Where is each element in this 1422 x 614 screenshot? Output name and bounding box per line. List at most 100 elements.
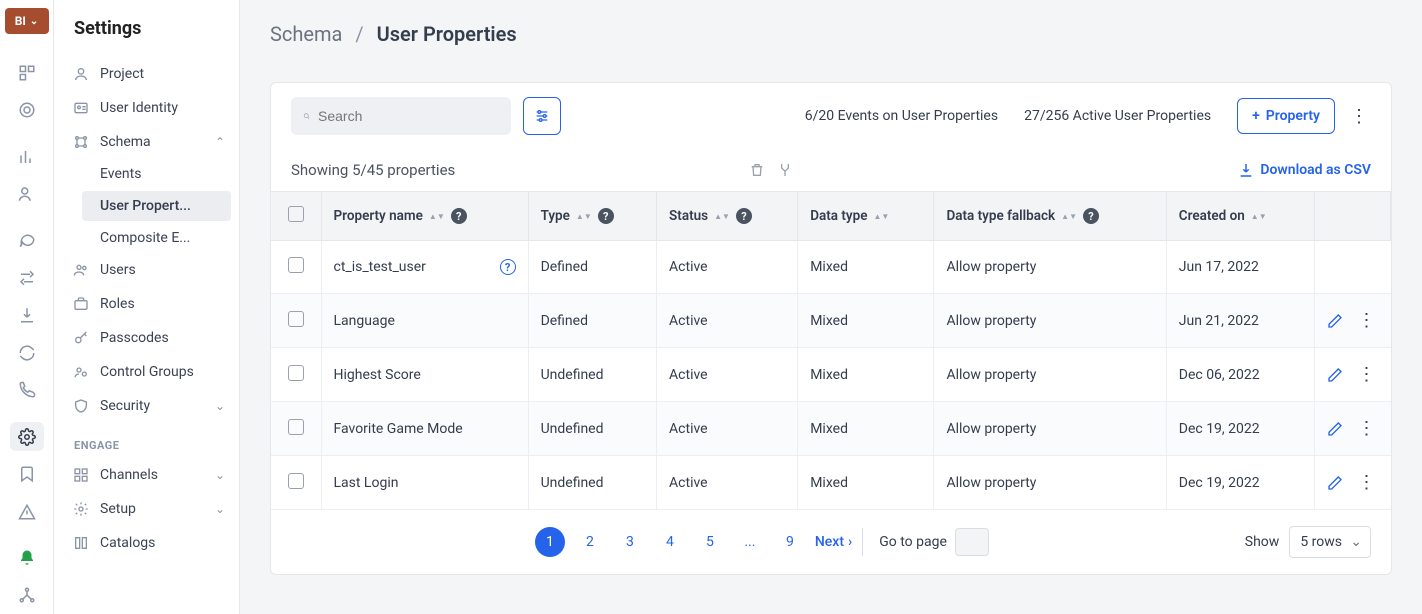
edit-button[interactable] bbox=[1327, 313, 1343, 329]
cell-property-name: Favorite Game Mode bbox=[334, 421, 463, 437]
row-more-button[interactable]: ⋮ bbox=[1355, 472, 1379, 493]
nav-analytics-icon[interactable] bbox=[10, 142, 44, 172]
users-icon bbox=[72, 261, 90, 279]
col-data-type[interactable]: Data type▲▼ bbox=[798, 192, 934, 241]
cell-created: Dec 19, 2022 bbox=[1166, 456, 1314, 510]
sidebar-item-security[interactable]: Security ⌄ bbox=[54, 389, 239, 423]
col-data-type-fallback[interactable]: Data type fallback▲▼? bbox=[934, 192, 1166, 241]
cell-status: Active bbox=[657, 294, 798, 348]
delete-button[interactable] bbox=[749, 162, 765, 178]
nav-refresh-icon[interactable] bbox=[10, 338, 44, 368]
cell-fallback: Allow property bbox=[934, 402, 1166, 456]
sidebar-item-label: Control Groups bbox=[100, 364, 194, 380]
edit-button[interactable] bbox=[1327, 367, 1343, 383]
search-box[interactable] bbox=[291, 97, 511, 135]
nav-target-icon[interactable] bbox=[10, 96, 44, 126]
info-icon[interactable]: ? bbox=[500, 259, 516, 275]
breadcrumb-parent[interactable]: Schema bbox=[270, 22, 342, 46]
row-checkbox[interactable] bbox=[288, 257, 304, 273]
goto-input[interactable] bbox=[955, 528, 989, 556]
pagination: 12345...9Next›Go to page Show 5 rows bbox=[271, 510, 1391, 574]
page-button[interactable]: 2 bbox=[575, 527, 605, 557]
page-button[interactable]: 4 bbox=[655, 527, 685, 557]
nav-org-icon[interactable] bbox=[10, 581, 44, 611]
sidebar-item-users[interactable]: Users bbox=[54, 253, 239, 287]
cell-created: Jun 17, 2022 bbox=[1166, 241, 1314, 294]
sidebar-item-label: User Identity bbox=[100, 100, 178, 116]
nav-bookmark-icon[interactable] bbox=[10, 459, 44, 489]
sidebar-item-channels[interactable]: Channels ⌄ bbox=[54, 458, 239, 492]
sort-icon: ▲▼ bbox=[714, 214, 730, 219]
merge-button[interactable] bbox=[777, 162, 793, 178]
breadcrumb-current: User Properties bbox=[377, 22, 517, 46]
nav-chat-icon[interactable] bbox=[10, 225, 44, 255]
sidebar-item-control-groups[interactable]: Control Groups bbox=[54, 355, 239, 389]
edit-button[interactable] bbox=[1327, 421, 1343, 437]
next-page-button[interactable]: Next› bbox=[815, 534, 852, 550]
sidebar-sub-user-properties[interactable]: User Propert... bbox=[82, 191, 231, 221]
show-label: Show bbox=[1245, 534, 1280, 550]
nav-settings-icon[interactable] bbox=[10, 422, 44, 452]
sidebar-sub-composite-events[interactable]: Composite E... bbox=[54, 223, 239, 253]
page-button[interactable]: 3 bbox=[615, 527, 645, 557]
add-property-button[interactable]: + Property bbox=[1237, 98, 1335, 134]
sidebar-item-roles[interactable]: Roles bbox=[54, 287, 239, 321]
cell-property-name: Highest Score bbox=[334, 367, 421, 383]
help-icon[interactable]: ? bbox=[451, 208, 467, 224]
row-checkbox[interactable] bbox=[288, 473, 304, 489]
search-input[interactable] bbox=[318, 108, 499, 124]
nav-notifications-icon[interactable] bbox=[10, 543, 44, 573]
col-status[interactable]: Status▲▼? bbox=[657, 192, 798, 241]
help-icon[interactable]: ? bbox=[598, 208, 614, 224]
col-type[interactable]: Type▲▼? bbox=[528, 192, 656, 241]
nav-dashboard-icon[interactable] bbox=[10, 58, 44, 88]
plus-icon: + bbox=[1252, 108, 1260, 124]
sidebar: Settings Project User Identity Schema ⌃ … bbox=[54, 0, 240, 614]
cell-status: Active bbox=[657, 241, 798, 294]
nav-alert-icon[interactable] bbox=[10, 497, 44, 527]
goto-page: Go to page bbox=[862, 528, 989, 556]
sidebar-item-passcodes[interactable]: Passcodes bbox=[54, 321, 239, 355]
sidebar-heading-engage: ENGAGE bbox=[54, 423, 239, 458]
cell-type: Undefined bbox=[528, 456, 656, 510]
row-checkbox[interactable] bbox=[288, 419, 304, 435]
download-csv-link[interactable]: Download as CSV bbox=[1238, 162, 1371, 178]
download-icon bbox=[1238, 162, 1254, 178]
row-more-button[interactable]: ⋮ bbox=[1355, 364, 1379, 385]
nav-users-icon[interactable] bbox=[10, 179, 44, 209]
row-checkbox[interactable] bbox=[288, 311, 304, 327]
active-count-text: 27/256 Active User Properties bbox=[1024, 108, 1211, 124]
sort-icon: ▲▼ bbox=[1251, 214, 1267, 219]
col-created-on[interactable]: Created on▲▼ bbox=[1166, 192, 1314, 241]
sidebar-item-setup[interactable]: Setup ⌄ bbox=[54, 492, 239, 526]
row-more-button[interactable]: ⋮ bbox=[1355, 418, 1379, 439]
rows-select[interactable]: 5 rows bbox=[1289, 526, 1371, 558]
nav-export-icon[interactable] bbox=[10, 301, 44, 331]
help-icon[interactable]: ? bbox=[736, 208, 752, 224]
catalog-icon bbox=[72, 534, 90, 552]
select-all-checkbox[interactable] bbox=[288, 206, 304, 222]
more-menu-button[interactable]: ⋮ bbox=[1347, 106, 1371, 127]
row-more-button[interactable]: ⋮ bbox=[1355, 310, 1379, 331]
col-property-name[interactable]: Property name▲▼? bbox=[321, 192, 528, 241]
help-icon[interactable]: ? bbox=[1083, 208, 1099, 224]
row-checkbox[interactable] bbox=[288, 365, 304, 381]
page-button[interactable]: 1 bbox=[535, 527, 565, 557]
filter-button[interactable] bbox=[523, 97, 561, 135]
cell-status: Active bbox=[657, 402, 798, 456]
sidebar-item-schema[interactable]: Schema ⌃ bbox=[54, 125, 239, 159]
page-button[interactable]: 9 bbox=[775, 527, 805, 557]
sidebar-item-project[interactable]: Project bbox=[54, 57, 239, 91]
sliders-icon bbox=[534, 108, 550, 124]
rows-per-page: Show 5 rows bbox=[1245, 526, 1371, 558]
sidebar-item-catalogs[interactable]: Catalogs bbox=[54, 526, 239, 560]
nav-phone-icon[interactable] bbox=[10, 376, 44, 406]
group-icon bbox=[72, 363, 90, 381]
sidebar-item-user-identity[interactable]: User Identity bbox=[54, 91, 239, 125]
edit-button[interactable] bbox=[1327, 475, 1343, 491]
main-content: Schema / User Properties 6/20 Events on … bbox=[240, 0, 1422, 614]
sidebar-sub-events[interactable]: Events bbox=[54, 159, 239, 189]
nav-flow-icon[interactable] bbox=[10, 263, 44, 293]
page-button[interactable]: 5 bbox=[695, 527, 725, 557]
brand-switcher[interactable]: BI ⌄ bbox=[5, 8, 49, 34]
